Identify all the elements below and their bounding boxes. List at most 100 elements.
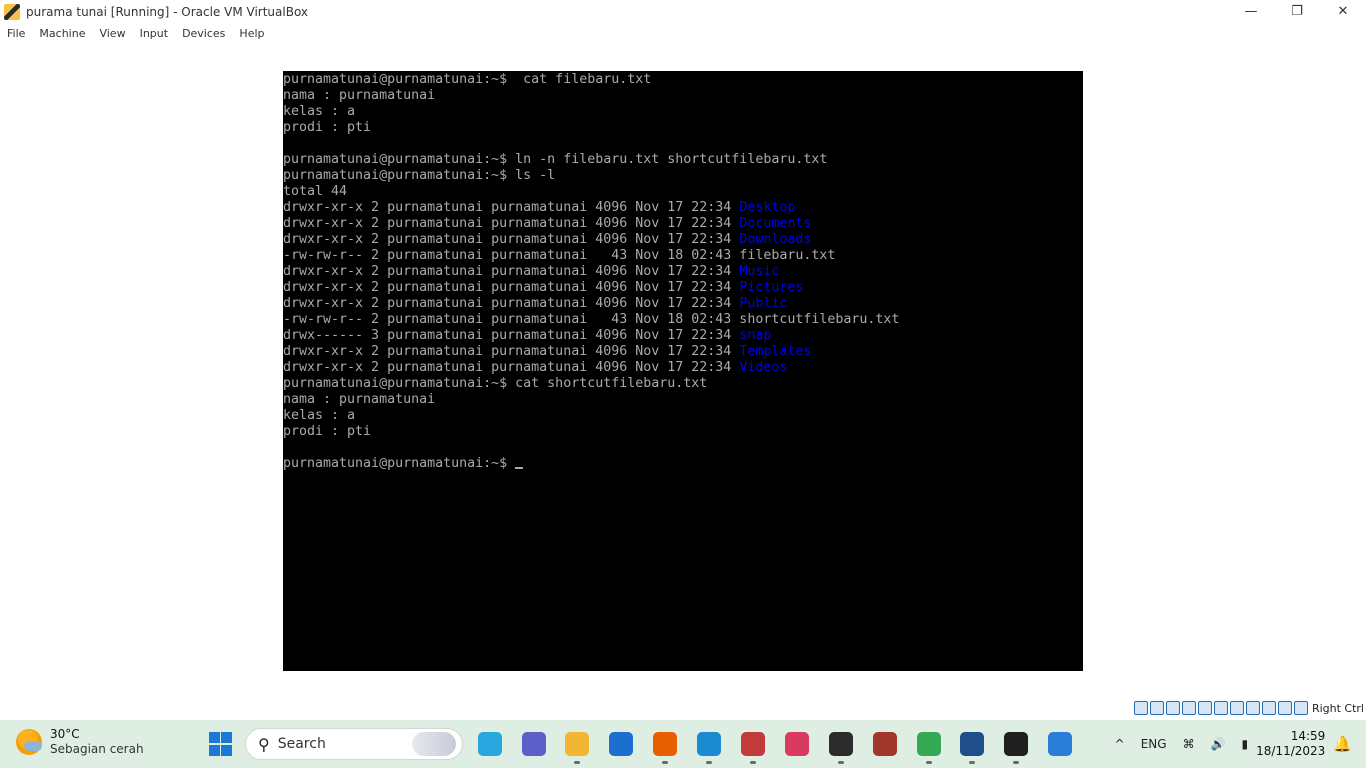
- directory-name: Documents: [739, 216, 812, 231]
- weather-temperature: 30°C: [50, 727, 80, 741]
- terminal-line: drwxr-xr-x 2 purnamatunai purnamatunai 4…: [283, 280, 1083, 296]
- terminal-text: purnamatunai@purnamatunai:~$ ln -n fileb…: [283, 152, 828, 167]
- terminal-line: drwxr-xr-x 2 purnamatunai purnamatunai 4…: [283, 232, 1083, 248]
- terminal-line: prodi : pti: [283, 120, 1083, 136]
- snipping-tool-icon[interactable]: [741, 732, 765, 756]
- terminal-line: purnamatunai@purnamatunai:~$ ln -n fileb…: [283, 152, 1083, 168]
- winrar-icon[interactable]: [873, 732, 897, 756]
- keyboard-icon[interactable]: [1293, 701, 1308, 715]
- directory-name: snap: [739, 328, 772, 343]
- running-indicator: [574, 761, 580, 764]
- taskbar-search[interactable]: ⚲ Search: [245, 728, 463, 760]
- terminal-line: prodi : pti: [283, 424, 1083, 440]
- windows-logo-icon: [208, 731, 232, 757]
- terminal-text: -rw-rw-r-- 2 purnamatunai purnamatunai 4…: [283, 312, 900, 327]
- host-key-label: Right Ctrl: [1311, 701, 1364, 715]
- optical-drive-icon[interactable]: [1149, 701, 1164, 715]
- minimize-button[interactable]: —: [1228, 0, 1274, 23]
- terminal-text: drwxr-xr-x 2 purnamatunai purnamatunai 4…: [283, 216, 740, 231]
- running-indicator: [1013, 761, 1019, 764]
- terminal-line: drwxr-xr-x 2 purnamatunai purnamatunai 4…: [283, 344, 1083, 360]
- directory-name: Videos: [739, 360, 788, 375]
- terminal-text: total 44: [283, 184, 348, 199]
- terminal-line: purnamatunai@purnamatunai:~$: [283, 456, 1083, 472]
- wifi-icon[interactable]: ⌘: [1183, 737, 1195, 751]
- terminal-text: drwxr-xr-x 2 purnamatunai purnamatunai 4…: [283, 344, 740, 359]
- menu-input[interactable]: Input: [133, 27, 175, 40]
- weather-widget[interactable]: 30°C Sebagian cerah: [16, 727, 144, 757]
- terminal-line: drwxr-xr-x 2 purnamatunai purnamatunai 4…: [283, 216, 1083, 232]
- language-indicator[interactable]: ENG: [1141, 737, 1167, 751]
- terminal-text: -rw-rw-r-- 2 purnamatunai purnamatunai 4…: [283, 248, 836, 263]
- menu-devices[interactable]: Devices: [175, 27, 232, 40]
- mouse-integration-icon[interactable]: [1277, 701, 1292, 715]
- firefox-icon[interactable]: [653, 732, 677, 756]
- guest-terminal-screen[interactable]: purnamatunai@purnamatunai:~$ cat filebar…: [283, 71, 1083, 671]
- terminal-icon[interactable]: [829, 732, 853, 756]
- file-explorer-icon[interactable]: [565, 732, 589, 756]
- menu-machine[interactable]: Machine: [32, 27, 92, 40]
- notification-bell-icon[interactable]: 🔔: [1333, 735, 1352, 753]
- directory-name: Public: [739, 296, 788, 311]
- vm-status-bar: Right Ctrl: [0, 698, 1366, 720]
- shared-folder-icon[interactable]: [1213, 701, 1228, 715]
- chrome-icon[interactable]: [917, 732, 941, 756]
- tray-overflow-chevron-icon[interactable]: ^: [1115, 737, 1125, 751]
- terminal-text: drwxr-xr-x 2 purnamatunai purnamatunai 4…: [283, 264, 740, 279]
- usb-icon[interactable]: [1197, 701, 1212, 715]
- terminal-text: purnamatunai@purnamatunai:~$: [283, 456, 516, 471]
- clock-date: 18/11/2023: [1256, 744, 1326, 758]
- terminal-text: purnamatunai@purnamatunai:~$ cat shortcu…: [283, 376, 708, 391]
- wps-icon[interactable]: [785, 732, 809, 756]
- paint-icon[interactable]: [1048, 732, 1072, 756]
- terminal-text: drwxr-xr-x 2 purnamatunai purnamatunai 4…: [283, 200, 740, 215]
- network-icon[interactable]: [1181, 701, 1196, 715]
- directory-name: Desktop: [739, 200, 796, 215]
- running-indicator: [926, 761, 932, 764]
- running-indicator: [750, 761, 756, 764]
- recording-icon[interactable]: [1245, 701, 1260, 715]
- restore-button[interactable]: ❐: [1274, 0, 1320, 23]
- volume-icon[interactable]: 🔊: [1211, 737, 1226, 751]
- terminal-text: drwxr-xr-x 2 purnamatunai purnamatunai 4…: [283, 360, 740, 375]
- defender-icon[interactable]: [609, 732, 633, 756]
- terminal-line: purnamatunai@purnamatunai:~$ cat filebar…: [283, 72, 1083, 88]
- terminal-line: -rw-rw-r-- 2 purnamatunai purnamatunai 4…: [283, 312, 1083, 328]
- windows-taskbar: 30°C Sebagian cerah ⚲ Search ^ ENG ⌘ 🔊 ▮…: [0, 720, 1366, 768]
- running-indicator: [706, 761, 712, 764]
- widgets-copilot-icon[interactable]: [478, 732, 502, 756]
- hard-disk-icon[interactable]: [1133, 701, 1148, 715]
- running-indicator: [838, 761, 844, 764]
- teams-icon[interactable]: [522, 732, 546, 756]
- terminal-text: nama : purnamatunai: [283, 88, 436, 103]
- terminal-text: drwxr-xr-x 2 purnamatunai purnamatunai 4…: [283, 280, 740, 295]
- terminal-line: purnamatunai@purnamatunai:~$ cat shortcu…: [283, 376, 1083, 392]
- menu-file[interactable]: File: [0, 27, 32, 40]
- cpu-icon[interactable]: [1261, 701, 1276, 715]
- battery-icon[interactable]: ▮: [1242, 737, 1249, 751]
- terminal-text: drwxr-xr-x 2 purnamatunai purnamatunai 4…: [283, 296, 740, 311]
- directory-name: Pictures: [739, 280, 804, 295]
- display-icon[interactable]: [1229, 701, 1244, 715]
- terminal-line: kelas : a: [283, 408, 1083, 424]
- audio-icon[interactable]: [1165, 701, 1180, 715]
- terminal-line: drwxr-xr-x 2 purnamatunai purnamatunai 4…: [283, 264, 1083, 280]
- menu-view[interactable]: View: [92, 27, 132, 40]
- edge-icon[interactable]: [697, 732, 721, 756]
- directory-name: Downloads: [739, 232, 812, 247]
- search-highlight-image: [412, 732, 456, 756]
- terminal-line: drwxr-xr-x 2 purnamatunai purnamatunai 4…: [283, 200, 1083, 216]
- close-button[interactable]: ✕: [1320, 0, 1366, 23]
- start-button[interactable]: [208, 732, 232, 756]
- clock-time: 14:59: [1290, 729, 1326, 743]
- virtualbox-icon[interactable]: [960, 732, 984, 756]
- search-label: Search: [277, 736, 326, 752]
- system-clock[interactable]: 14:59 18/11/2023: [1256, 729, 1325, 759]
- terminal-text: drwx------ 3 purnamatunai purnamatunai 4…: [283, 328, 740, 343]
- vm-window-icon[interactable]: [1004, 732, 1028, 756]
- menu-help[interactable]: Help: [232, 27, 271, 40]
- window-title: purama tunai [Running] - Oracle VM Virtu…: [26, 4, 309, 19]
- directory-name: Templates: [739, 344, 812, 359]
